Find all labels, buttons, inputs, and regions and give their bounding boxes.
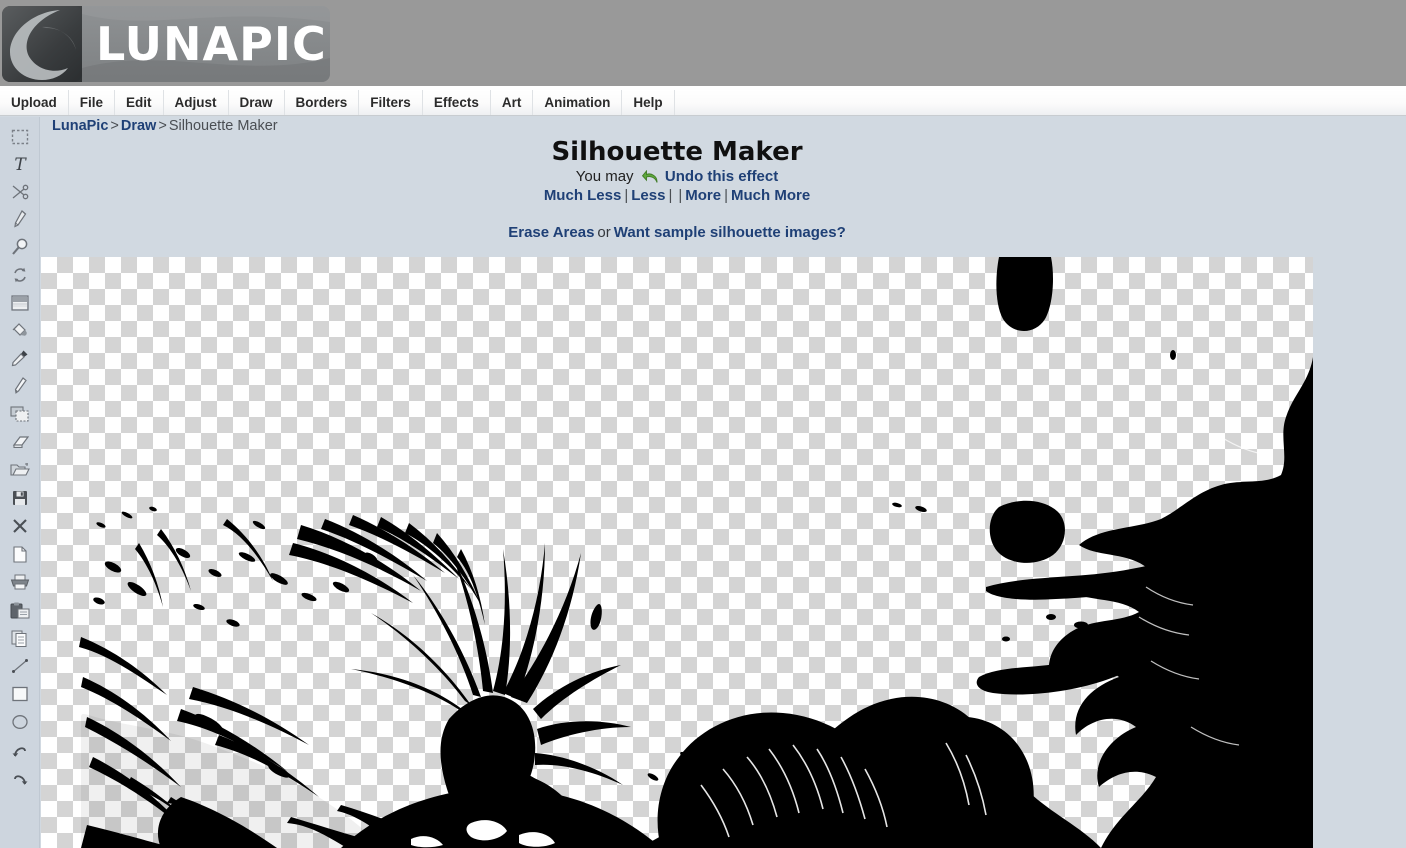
- menu-item-filters[interactable]: Filters: [359, 90, 423, 115]
- silhouette-artwork: [79, 257, 1313, 848]
- brand-wordmark: LUNAPIC: [82, 6, 330, 82]
- copy-pages-icon[interactable]: [5, 626, 35, 650]
- breadcrumb: LunaPic > Draw > Silhouette Maker: [52, 118, 278, 134]
- amount-divider-3: |: [678, 187, 683, 204]
- paint-bucket-icon[interactable]: [5, 318, 35, 342]
- paintbrush-icon[interactable]: [5, 374, 35, 398]
- less-link[interactable]: Less: [631, 187, 665, 204]
- menu-item-animation[interactable]: Animation: [533, 90, 623, 115]
- undo-curve-icon[interactable]: [5, 738, 35, 762]
- menu-bar-filler: [675, 90, 1406, 115]
- logo[interactable]: LUNAPIC: [2, 6, 330, 82]
- more-link[interactable]: More: [685, 187, 721, 204]
- crescent-moon-icon: [2, 6, 82, 82]
- menu-item-effects[interactable]: Effects: [423, 90, 491, 115]
- eraser-icon[interactable]: [5, 430, 35, 454]
- sample-images-link[interactable]: Want sample silhouette images?: [614, 224, 846, 241]
- much-less-link[interactable]: Much Less: [544, 187, 622, 204]
- close-x-icon[interactable]: [5, 514, 35, 538]
- menu-item-borders[interactable]: Borders: [285, 90, 360, 115]
- amount-divider-4: |: [724, 187, 729, 204]
- printer-icon[interactable]: [5, 570, 35, 594]
- menu-item-help[interactable]: Help: [622, 90, 675, 115]
- ellipse-shape-icon[interactable]: [5, 710, 35, 734]
- menu-item-draw[interactable]: Draw: [229, 90, 285, 115]
- menu-item-adjust[interactable]: Adjust: [164, 90, 229, 115]
- amount-controls: Much Less | Less | | More | Much More: [41, 187, 1313, 204]
- open-folder-icon[interactable]: [5, 458, 35, 482]
- menu-item-art[interactable]: Art: [491, 90, 534, 115]
- gradient-fill-icon[interactable]: [5, 291, 35, 315]
- menu-item-upload[interactable]: Upload: [0, 90, 69, 115]
- marquee-select-icon[interactable]: [5, 125, 35, 149]
- breadcrumb-link-draw[interactable]: Draw: [121, 118, 156, 134]
- eyedropper-icon[interactable]: [5, 346, 35, 370]
- or-text: or: [597, 224, 611, 241]
- undo-arrow-icon[interactable]: [641, 169, 659, 188]
- amount-divider-2: |: [668, 187, 673, 204]
- erase-and-samples-row: Erase Areas or Want sample silhouette imag…: [41, 224, 1313, 241]
- svg-text:T: T: [14, 155, 27, 173]
- save-floppy-icon[interactable]: [5, 486, 35, 510]
- rectangle-shape-icon[interactable]: [5, 682, 35, 706]
- magnifier-zoom-icon[interactable]: [5, 235, 35, 259]
- page-title: Silhouette Maker: [551, 137, 803, 167]
- menu-item-file[interactable]: File: [69, 90, 116, 115]
- text-tool-icon[interactable]: T: [5, 152, 35, 176]
- top-banner: LUNAPIC: [0, 0, 1406, 86]
- menu-item-edit[interactable]: Edit: [115, 90, 164, 115]
- pencil-icon[interactable]: [5, 207, 35, 231]
- erase-areas-link[interactable]: Erase Areas: [508, 224, 594, 241]
- main-content: LunaPic > Draw > Silhouette Maker Silhouette…: [41, 117, 1406, 848]
- undo-prompt-prefix: You may: [575, 168, 634, 185]
- paste-clipboard-icon[interactable]: [5, 598, 35, 622]
- tool-sidebar: T: [0, 117, 40, 848]
- undo-effect-link[interactable]: Undo this effect: [665, 168, 778, 185]
- amount-divider-1: |: [624, 187, 629, 204]
- menu-bar: Upload File Edit Adjust Draw Borders Fil…: [0, 90, 1406, 116]
- image-canvas[interactable]: [41, 257, 1313, 848]
- breadcrumb-separator-1: >: [110, 118, 119, 134]
- brand-text: LUNAPIC: [96, 17, 327, 71]
- line-shape-icon[interactable]: [5, 654, 35, 678]
- breadcrumb-current: Silhouette Maker: [168, 118, 278, 134]
- breadcrumb-link-lunapic[interactable]: LunaPic: [52, 118, 108, 134]
- transform-layers-icon[interactable]: [5, 402, 35, 426]
- redo-curve-icon[interactable]: [5, 766, 35, 790]
- rotate-refresh-icon[interactable]: [5, 263, 35, 287]
- much-more-link[interactable]: Much More: [731, 187, 810, 204]
- scissors-cut-icon[interactable]: [5, 180, 35, 204]
- breadcrumb-separator-2: >: [158, 118, 167, 134]
- new-document-icon[interactable]: [5, 542, 35, 566]
- undo-prompt: You may Undo this effect: [41, 168, 1313, 188]
